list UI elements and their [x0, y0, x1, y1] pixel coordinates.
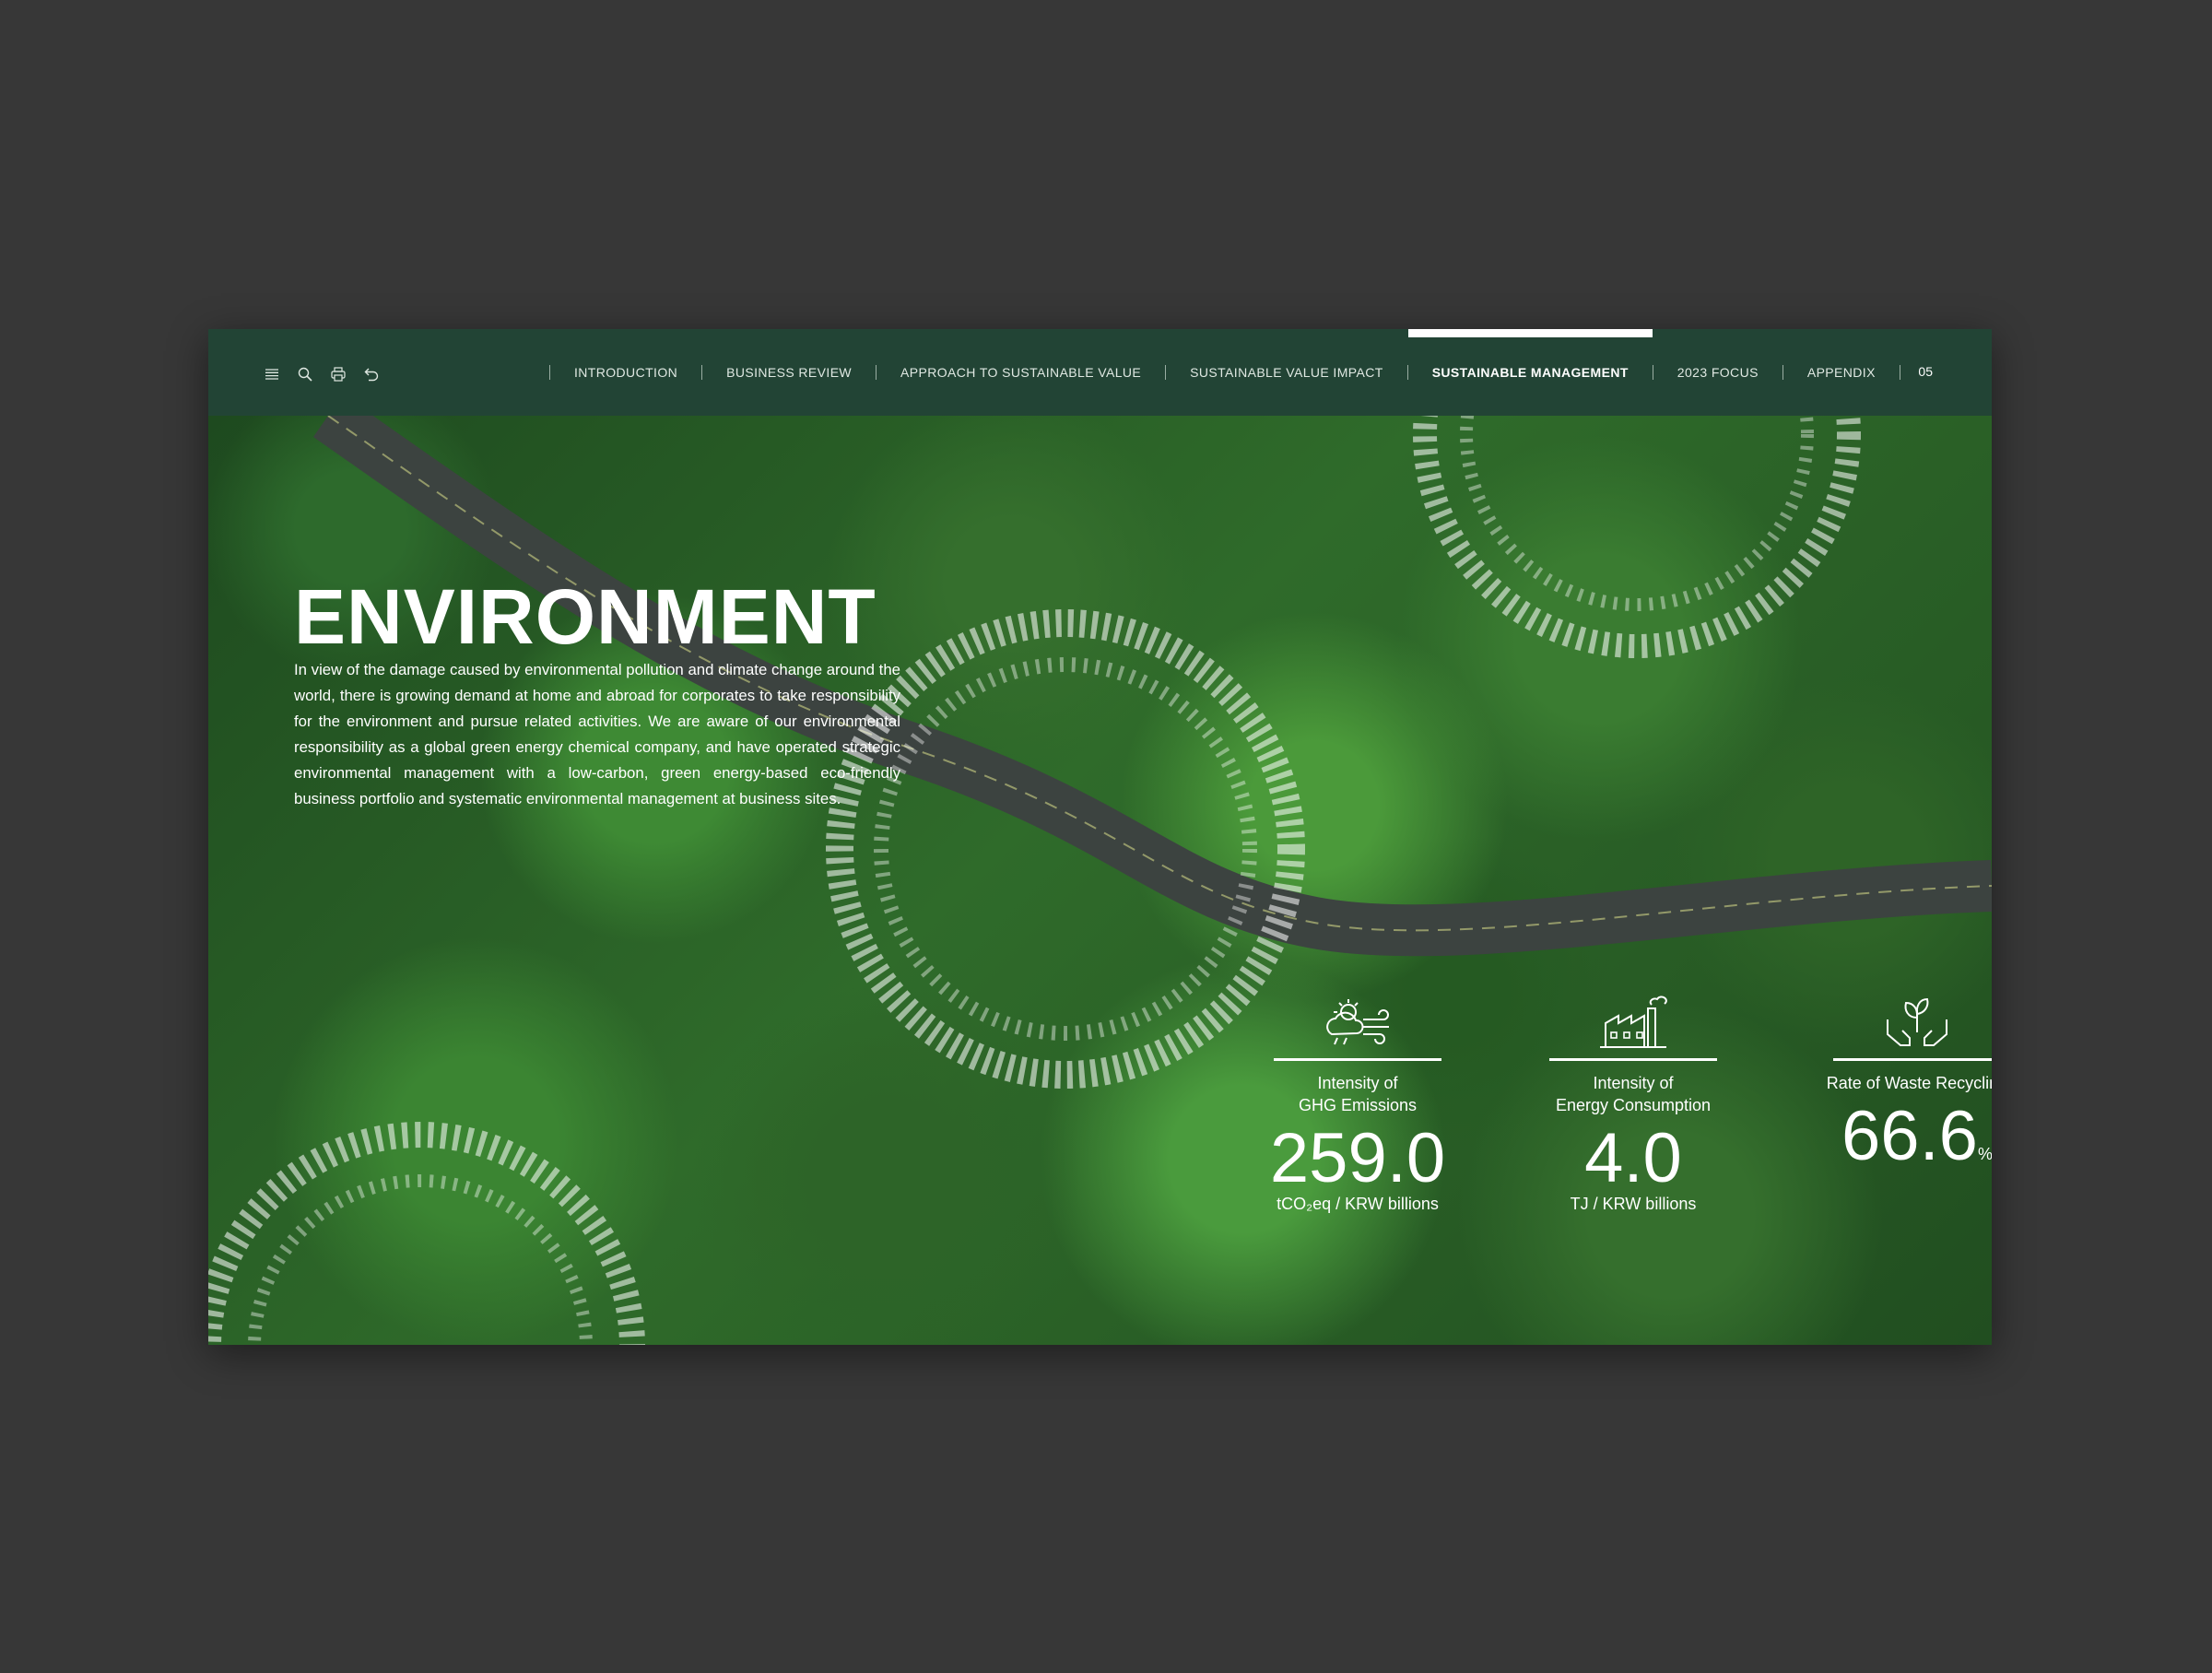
back-icon[interactable] [361, 364, 382, 384]
toolbar [262, 364, 382, 384]
print-icon[interactable] [328, 364, 348, 384]
menu-icon[interactable] [262, 364, 282, 384]
stat-label: GHG Emissions [1298, 1096, 1418, 1114]
nav-item-business-review[interactable]: BUSINESS REVIEW [702, 329, 876, 416]
stat-value: 66.6% [1811, 1100, 1992, 1191]
top-navigation-bar: INTRODUCTION BUSINESS REVIEW APPROACH TO… [208, 329, 1992, 416]
stat-label: Intensity of [1593, 1074, 1674, 1092]
nav-item-appendix[interactable]: APPENDIX [1783, 329, 1900, 416]
nav-item-approach-to-sustainable-value[interactable]: APPROACH TO SUSTAINABLE VALUE [877, 329, 1165, 416]
stat-value: 4.0 [1584, 1119, 1682, 1197]
search-icon[interactable] [295, 364, 315, 384]
nav-item-2023-focus[interactable]: 2023 FOCUS [1653, 329, 1783, 416]
forest-hero-image: ENVIRONMENT In view of the damage caused… [208, 416, 1992, 1345]
stat-label: Intensity of [1317, 1074, 1398, 1092]
stat-value-suffix: % [1977, 1145, 1992, 1163]
nav-item-introduction[interactable]: INTRODUCTION [550, 329, 701, 416]
section-nav: INTRODUCTION BUSINESS REVIEW APPROACH TO… [549, 329, 1900, 416]
stat-value-number: 66.6 [1841, 1097, 1978, 1175]
stat-ghg-emissions: Intensity of GHG Emissions 259.0 tCO₂eq … [1252, 992, 1464, 1214]
nav-item-sustainable-management[interactable]: SUSTAINABLE MANAGEMENT [1407, 329, 1653, 416]
stat-divider [1274, 1058, 1441, 1061]
page-number: 05 [1918, 364, 1933, 379]
nav-item-sustainable-value-impact[interactable]: SUSTAINABLE VALUE IMPACT [1166, 329, 1407, 416]
report-page: INTRODUCTION BUSINESS REVIEW APPROACH TO… [208, 329, 1992, 1345]
stat-value: 259.0 [1269, 1119, 1446, 1197]
stat-unit: TJ / KRW billions [1570, 1195, 1697, 1213]
hands-plant-icon [1887, 997, 1947, 1046]
weather-icon [1326, 999, 1389, 1045]
stat-divider [1549, 1058, 1717, 1061]
intro-paragraph: In view of the damage caused by environm… [294, 661, 900, 807]
stat-divider [1833, 1058, 1992, 1061]
factory-icon [1600, 996, 1667, 1048]
stat-waste-recycling: Rate of Waste Recycling 66.6% [1811, 992, 1992, 1191]
stat-unit: tCO₂eq / KRW billions [1277, 1195, 1439, 1213]
stat-label: Energy Consumption [1555, 1096, 1712, 1114]
page-title: ENVIRONMENT [294, 573, 877, 660]
stat-label: Rate of Waste Recycling [1826, 1074, 1992, 1092]
stat-energy-consumption: Intensity of Energy Consumption 4.0 TJ /… [1527, 992, 1739, 1214]
